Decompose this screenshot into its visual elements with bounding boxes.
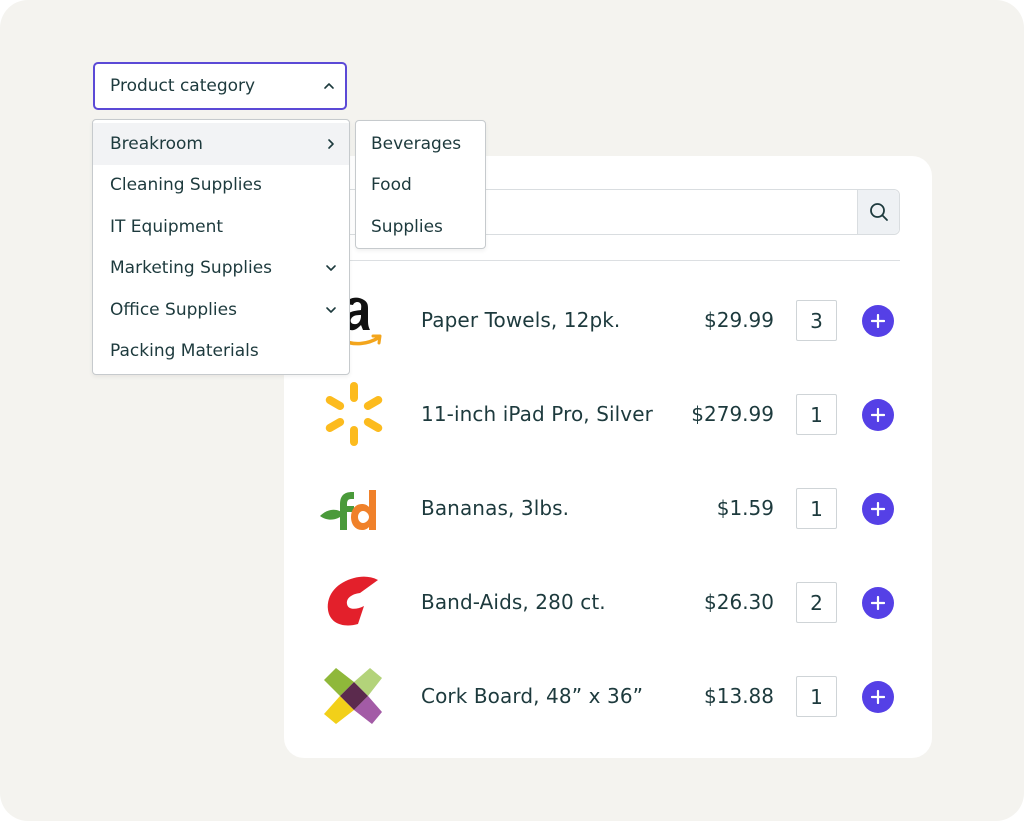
menu-item-label: Packing Materials bbox=[110, 341, 259, 361]
product-row: Bananas, 3lbs. $1.59 1 bbox=[284, 461, 932, 555]
product-name: Cork Board, 48” x 36” bbox=[421, 684, 644, 708]
divider bbox=[336, 260, 900, 261]
chevron-down-icon bbox=[326, 265, 336, 271]
product-row: Band-Aids, 280 ct. $26.30 2 bbox=[284, 555, 932, 649]
product-name: Paper Towels, 12pk. bbox=[421, 308, 621, 332]
menu-item-breakroom[interactable]: Breakroom bbox=[93, 123, 349, 165]
menu-item-label: Office Supplies bbox=[110, 300, 237, 320]
product-category-select[interactable]: Product category bbox=[93, 62, 347, 110]
menu-item-cleaning-supplies[interactable]: Cleaning Supplies bbox=[93, 164, 349, 206]
add-button[interactable] bbox=[862, 587, 894, 619]
search-icon bbox=[869, 203, 888, 221]
product-price: $13.88 bbox=[704, 684, 774, 708]
add-button[interactable] bbox=[862, 493, 894, 525]
add-button[interactable] bbox=[862, 681, 894, 713]
select-label: Product category bbox=[110, 76, 256, 96]
plus-icon bbox=[871, 502, 885, 516]
menu-item-packing-materials[interactable]: Packing Materials bbox=[93, 330, 349, 372]
quantity-input[interactable]: 3 bbox=[796, 300, 837, 341]
walmart-logo bbox=[325, 382, 383, 446]
submenu-item-supplies[interactable]: Supplies bbox=[356, 206, 485, 248]
quantity-input[interactable]: 1 bbox=[796, 488, 837, 529]
chevron-right-icon bbox=[328, 139, 334, 149]
chevron-down-icon bbox=[326, 307, 336, 313]
quantity-input[interactable]: 1 bbox=[796, 394, 837, 435]
product-price: $1.59 bbox=[716, 496, 774, 520]
add-button[interactable] bbox=[862, 399, 894, 431]
breakroom-submenu: Beverages Food Supplies bbox=[355, 120, 486, 249]
product-row: Cork Board, 48” x 36” $13.88 1 bbox=[284, 649, 932, 743]
quantity-input[interactable]: 2 bbox=[796, 582, 837, 623]
product-name: Band-Aids, 280 ct. bbox=[421, 590, 606, 614]
menu-item-office-supplies[interactable]: Office Supplies bbox=[93, 289, 349, 331]
cvs-logo bbox=[327, 576, 378, 626]
plus-icon bbox=[871, 690, 885, 704]
freshdirect-logo bbox=[320, 490, 376, 530]
menu-item-marketing-supplies[interactable]: Marketing Supplies bbox=[93, 247, 349, 289]
plus-icon bbox=[871, 314, 885, 328]
chevron-up-icon bbox=[324, 83, 334, 89]
product-name: Bananas, 3lbs. bbox=[421, 496, 570, 520]
quantity-input[interactable]: 1 bbox=[796, 676, 837, 717]
category-menu: Breakroom Cleaning Supplies IT Equipment… bbox=[92, 119, 350, 375]
search-button[interactable] bbox=[857, 190, 899, 234]
product-price: $29.99 bbox=[704, 308, 774, 332]
add-button[interactable] bbox=[862, 305, 894, 337]
product-row: 11-inch iPad Pro, Silver $279.99 1 bbox=[284, 367, 932, 461]
menu-item-label: IT Equipment bbox=[110, 217, 224, 237]
plus-icon bbox=[871, 596, 885, 610]
product-name: 11-inch iPad Pro, Silver bbox=[421, 402, 653, 426]
menu-item-label: Marketing Supplies bbox=[110, 258, 273, 278]
plus-icon bbox=[871, 408, 885, 422]
menu-item-it-equipment[interactable]: IT Equipment bbox=[93, 206, 349, 248]
submenu-item-beverages[interactable]: Beverages bbox=[356, 123, 485, 165]
office-logo bbox=[324, 668, 382, 724]
product-price: $279.99 bbox=[691, 402, 774, 426]
product-price: $26.30 bbox=[704, 590, 774, 614]
menu-item-label: Breakroom bbox=[110, 134, 203, 154]
product-row: Paper Towels, 12pk. $29.99 3 bbox=[284, 273, 932, 367]
menu-item-label: Cleaning Supplies bbox=[110, 175, 262, 195]
submenu-item-food[interactable]: Food bbox=[356, 164, 485, 206]
